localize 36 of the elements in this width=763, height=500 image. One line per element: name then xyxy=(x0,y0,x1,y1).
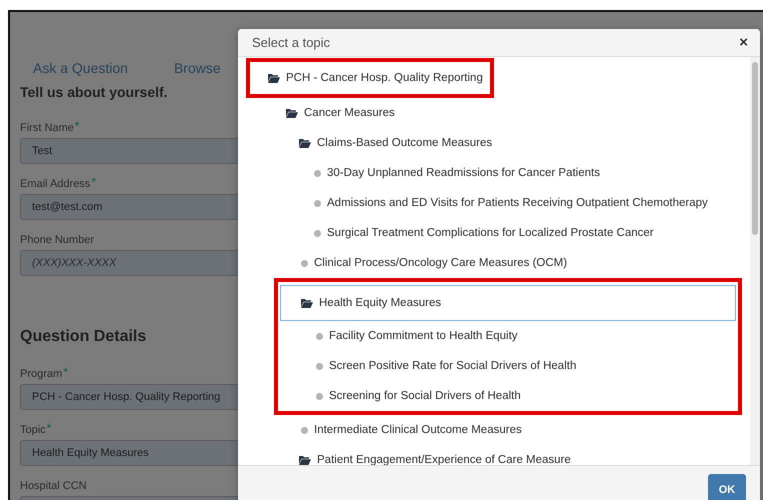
required-mark: * xyxy=(74,119,80,134)
folder-icon xyxy=(268,74,280,82)
bullet-icon xyxy=(314,200,321,206)
field-label: Phone Number xyxy=(20,234,94,246)
bullet-icon xyxy=(316,362,323,370)
field-label: Topic xyxy=(20,424,46,436)
tree-item[interactable]: Cancer Measures xyxy=(238,98,750,128)
folder-icon xyxy=(299,456,311,464)
folder-icon xyxy=(286,108,298,118)
required-mark: * xyxy=(91,175,96,190)
bullet-icon xyxy=(301,426,308,434)
field-label: First Name xyxy=(20,122,74,134)
section-heading: Question Details xyxy=(20,328,148,346)
required-mark: * xyxy=(63,365,68,380)
folder-icon xyxy=(299,138,311,148)
dialog-title: Select a topic xyxy=(252,35,330,50)
tree-item[interactable]: Screening for Social Drivers of Health xyxy=(280,381,736,411)
folder-icon xyxy=(301,298,313,308)
tree-item[interactable]: Facility Commitment to Health Equity xyxy=(280,321,736,351)
bullet-icon xyxy=(314,170,321,176)
bullet-icon xyxy=(301,260,308,266)
field-label: Program xyxy=(20,368,62,380)
field-label: Hospital CCN xyxy=(20,480,87,492)
bullet-icon xyxy=(316,332,323,340)
tree-item[interactable]: Screen Positive Rate for Social Drivers of Health xyxy=(280,351,736,381)
bullet-icon xyxy=(314,230,321,236)
tree-item[interactable]: Surgical Treatment Complications for Localized Prostate Cancer xyxy=(238,218,750,248)
tree-item[interactable]: Health Equity Measures xyxy=(280,285,736,321)
scrollbar[interactable] xyxy=(750,57,760,465)
section-heading: Tell us about yourself. xyxy=(20,84,169,100)
required-mark: * xyxy=(46,421,52,436)
bullet-icon xyxy=(316,392,323,400)
tree-item[interactable]: PCH - Cancer Hosp. Quality Reporting xyxy=(250,62,484,94)
close-button[interactable]: × xyxy=(739,34,748,51)
field-label: Email Address xyxy=(20,178,90,190)
ok-button[interactable]: OK xyxy=(708,474,746,500)
